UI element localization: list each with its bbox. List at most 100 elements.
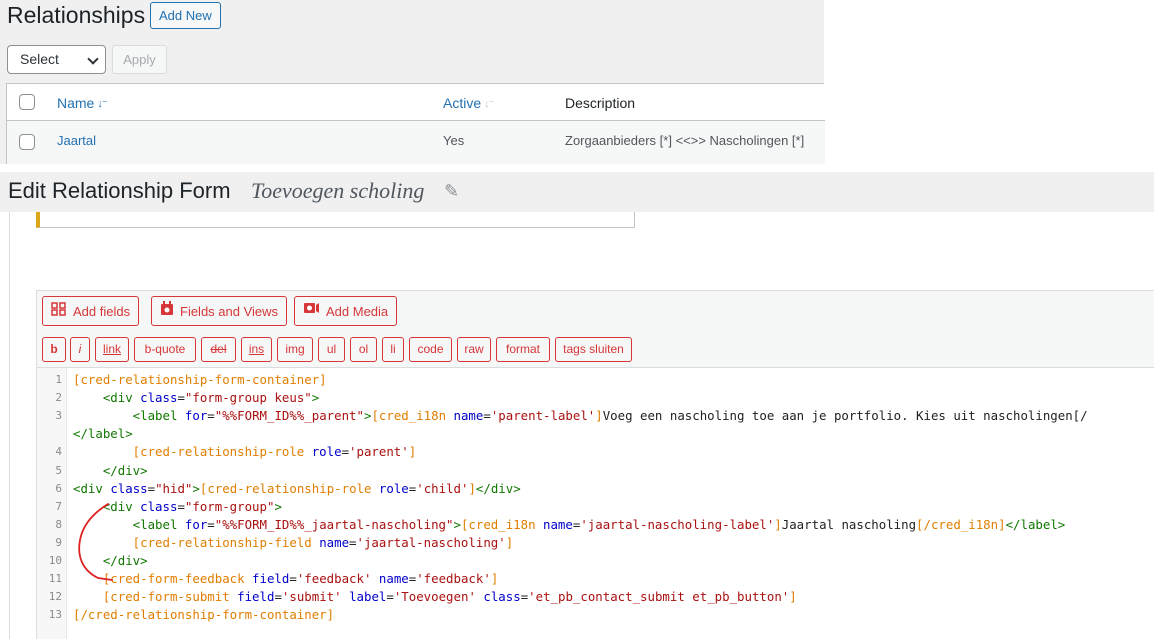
- code-token: <div: [73, 480, 111, 496]
- code-token: >: [192, 480, 200, 496]
- column-header-active[interactable]: Active ↓⁻: [443, 95, 494, 111]
- code-token: ]: [774, 516, 782, 532]
- line-number: 11: [48, 572, 62, 586]
- code-token: field: [252, 571, 290, 587]
- code-line: </label>: [73, 425, 133, 443]
- line-number-gutter: 1 2 3 4 5 6 7 8 9 10 11 12 13: [37, 368, 67, 639]
- line-number: 1: [55, 373, 62, 386]
- code-token: 'parent': [349, 444, 409, 460]
- line-number: 2: [55, 391, 62, 405]
- code-token: [cred-relationship-form-container]: [73, 372, 327, 387]
- code-editor[interactable]: 1 2 3 4 5 6 7 8 9 10 11 12 13 [cred-relationship-for…: [36, 368, 1154, 639]
- bulk-actions-value: Select: [20, 51, 59, 67]
- code-line: </div>: [73, 552, 148, 570]
- notice-box: [36, 212, 635, 228]
- apply-button[interactable]: Apply: [112, 45, 167, 74]
- column-header-name-label: Name: [57, 95, 95, 111]
- quicktag-li-button[interactable]: li: [382, 337, 404, 362]
- quicktag-b-button[interactable]: b: [42, 337, 66, 362]
- code-token: name: [378, 571, 409, 587]
- code-line: [cred-relationship-form-container]: [73, 371, 327, 389]
- quicktag-tags-sluiten-button[interactable]: tags sluiten: [555, 337, 632, 362]
- code-token: =: [207, 408, 215, 424]
- code-token: >: [453, 516, 461, 532]
- code-token: label: [349, 589, 387, 605]
- quicktag-link-button[interactable]: link: [95, 337, 129, 362]
- fields-and-views-button[interactable]: Fields and Views: [151, 296, 288, 326]
- code-token: =: [349, 534, 357, 550]
- line-number: 8: [55, 517, 62, 531]
- add-fields-button[interactable]: Add fields: [42, 296, 140, 326]
- row-checkbox[interactable]: [19, 134, 35, 150]
- code-token: 'parent-label': [490, 408, 596, 424]
- code-token: field: [237, 589, 275, 605]
- code-token: =: [177, 498, 185, 514]
- chevron-down-icon: [87, 53, 99, 65]
- bulk-actions-select[interactable]: Select: [7, 45, 106, 74]
- add-new-button[interactable]: Add New: [150, 2, 221, 29]
- code-line: <label for="%%FORM_ID%%_jaartal-nascholi…: [73, 516, 1066, 534]
- code-token: "%%FORM_ID%%_parent": [214, 408, 364, 424]
- code-token: =: [207, 516, 215, 532]
- quicktag-i-button[interactable]: i: [70, 337, 90, 362]
- code-token: </label>: [73, 426, 133, 442]
- editor-toolbar: Add fields Fields and Views Add Media b …: [36, 290, 1154, 368]
- row-active-value: Yes: [443, 133, 465, 148]
- table-header-row: Name ↓⁻ Active ↓⁻ Description: [7, 84, 825, 121]
- form-name-title[interactable]: Toevoegen scholing: [251, 178, 424, 204]
- code-token: [cred-relationship-field: [73, 534, 320, 550]
- calendar-icon: [160, 297, 174, 325]
- line-number: 4: [55, 445, 62, 459]
- quicktag-ins-button[interactable]: ins: [241, 337, 272, 362]
- sort-icon: ↓⁻: [484, 98, 494, 110]
- code-line: <div class="form-group keus">: [73, 389, 319, 407]
- code-token: =: [274, 589, 282, 605]
- quicktag-del-button[interactable]: del: [201, 337, 236, 362]
- quicktag-raw-button[interactable]: raw: [457, 337, 491, 362]
- add-fields-label: Add fields: [73, 304, 131, 319]
- relationships-table: Name ↓⁻ Active ↓⁻ Description Jaartal Yes …: [6, 83, 825, 164]
- code-token: 'child': [416, 480, 469, 496]
- add-media-button[interactable]: Add Media: [294, 296, 398, 326]
- code-token: <label: [73, 408, 185, 424]
- code-token: </div>: [73, 462, 148, 478]
- line-number: 5: [55, 463, 62, 477]
- code-token: Jaartal nascholing: [781, 516, 917, 532]
- column-header-active-label: Active: [443, 95, 482, 111]
- quicktag-ol-button[interactable]: ol: [350, 337, 377, 362]
- code-token: name: [453, 408, 484, 424]
- code-token: name: [319, 534, 350, 550]
- code-token: Voeg een nascholing toe aan je portfolio…: [602, 408, 1088, 424]
- code-token: 'jaartal-nascholing-label': [580, 516, 775, 532]
- line-number: 7: [55, 499, 62, 513]
- code-token: [cred_i18n: [460, 516, 544, 532]
- code-token: ]: [595, 408, 603, 424]
- code-line: <div class="hid">[cred-relationship-role…: [73, 480, 521, 498]
- pencil-icon[interactable]: ✎: [444, 181, 459, 202]
- quicktag-b-quote-button[interactable]: b-quote: [134, 337, 196, 362]
- code-token: =: [483, 408, 491, 424]
- table-row: Jaartal Yes Zorgaanbieders [*] <<>> Nasc…: [7, 121, 825, 164]
- quicktag-format-button[interactable]: format: [496, 337, 550, 362]
- code-token: 'et_pb_contact_submit et_pb_button': [528, 589, 790, 605]
- code-token: >: [311, 390, 320, 406]
- code-line: [cred-relationship-role role='parent']: [73, 443, 417, 461]
- relationships-list-panel: Relationships Add New Select Apply Name ↓…: [0, 0, 825, 164]
- code-token: role: [311, 444, 342, 460]
- code-token: ]: [468, 480, 476, 496]
- quicktag-ul-button[interactable]: ul: [318, 337, 345, 362]
- select-all-checkbox[interactable]: [19, 94, 35, 110]
- row-name-link[interactable]: Jaartal: [57, 133, 96, 148]
- line-number: 13: [48, 608, 62, 622]
- code-token: [cred-relationship-role: [199, 480, 379, 496]
- column-header-name[interactable]: Name ↓⁻: [57, 95, 108, 111]
- quicktag-code-button[interactable]: code: [409, 337, 452, 362]
- page-title: Relationships: [7, 2, 146, 28]
- code-token: [/cred-relationship-form-container]: [73, 607, 335, 623]
- quicktag-img-button[interactable]: img: [277, 337, 313, 362]
- code-line: <div class="form-group">: [73, 498, 282, 516]
- code-token: <label: [73, 516, 185, 532]
- code-token: </div>: [73, 553, 148, 568]
- code-token: class: [483, 589, 521, 605]
- code-token: class: [110, 480, 148, 496]
